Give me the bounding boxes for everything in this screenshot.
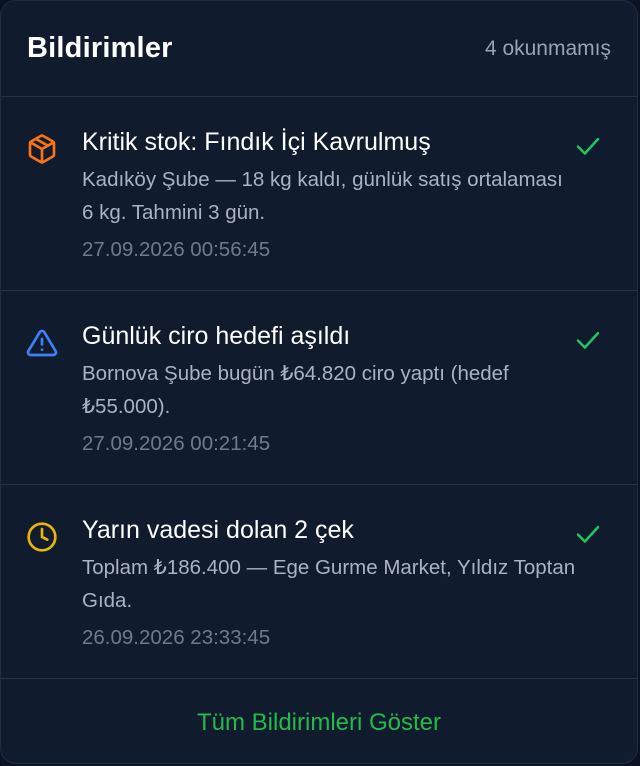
notification-time: 27.09.2026 00:21:45 xyxy=(82,432,271,455)
panel-footer: Tüm Bildirimleri Göster xyxy=(1,679,637,763)
notification-time: 26.09.2026 23:33:45 xyxy=(82,626,271,649)
mark-read-check-icon[interactable] xyxy=(573,519,603,549)
mark-read-check-icon[interactable] xyxy=(573,131,603,161)
notification-item[interactable]: Yarın vadesi dolan 2 çek Toplam ₺186.400… xyxy=(1,485,637,679)
notification-item[interactable]: Günlük ciro hedefi aşıldı Bornova Şube b… xyxy=(1,291,637,485)
clock-icon xyxy=(27,522,57,552)
notification-title: Kritik stok: Fındık İçi Kavrulmuş xyxy=(82,128,431,156)
notification-body: Toplam ₺186.400 — Ege Gurme Market, Yıld… xyxy=(82,556,576,612)
mark-read-check-icon[interactable] xyxy=(573,325,603,355)
warning-triangle-icon xyxy=(26,329,58,357)
notification-body: Kadıköy Şube — 18 kg kaldı, günlük satış… xyxy=(82,168,563,224)
notification-title: Günlük ciro hedefi aşıldı xyxy=(82,322,351,350)
notification-body: Bornova Şube bugün ₺64.820 ciro yaptı (h… xyxy=(82,362,509,418)
panel-title: Bildirimler xyxy=(27,32,173,64)
unread-count: 4 okunmamış xyxy=(484,36,611,60)
notification-time: 27.09.2026 00:56:45 xyxy=(82,238,271,261)
box-icon xyxy=(28,134,56,164)
show-all-notifications-link[interactable]: Tüm Bildirimleri Göster xyxy=(197,709,441,737)
notification-title: Yarın vadesi dolan 2 çek xyxy=(82,516,354,544)
notifications-panel: Bildirimler 4 okunmamış Kritik stok: Fın… xyxy=(0,0,638,764)
panel-header: Bildirimler 4 okunmamış xyxy=(1,1,637,97)
notification-item[interactable]: Kritik stok: Fındık İçi Kavrulmuş Kadıkö… xyxy=(1,97,637,291)
